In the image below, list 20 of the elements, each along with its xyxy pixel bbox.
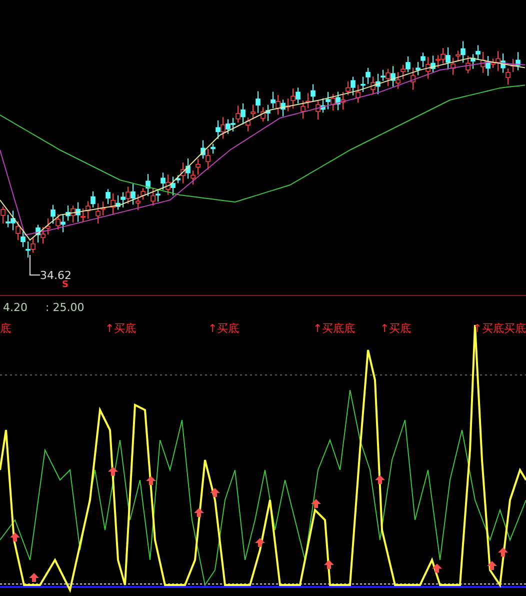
low-pointer-line [30, 254, 40, 276]
up-arrow-icon [255, 538, 265, 547]
up-arrow-icon [108, 466, 118, 476]
signal-label: ↑买底底 [313, 321, 356, 336]
indicator-value: : 25.00 [46, 300, 84, 314]
up-arrow-icon [375, 475, 385, 484]
up-arrow-icon [146, 476, 156, 485]
signal-label: ↑买底 [208, 321, 240, 336]
signal-label: 底 [0, 321, 11, 336]
up-arrow-icon [29, 573, 39, 582]
up-arrow-icon [210, 488, 220, 497]
signal-label: ↑买底 [105, 321, 136, 336]
up-arrow-icon [10, 532, 20, 542]
up-arrow-icon [311, 499, 321, 508]
signal-label: ↑买底 [380, 321, 412, 336]
signal-marker: S [62, 280, 68, 290]
up-arrow-icon [432, 564, 442, 573]
up-arrow-icon [324, 560, 334, 569]
up-arrow-icon [194, 508, 204, 517]
indicator-value: 4.20 [3, 300, 28, 314]
